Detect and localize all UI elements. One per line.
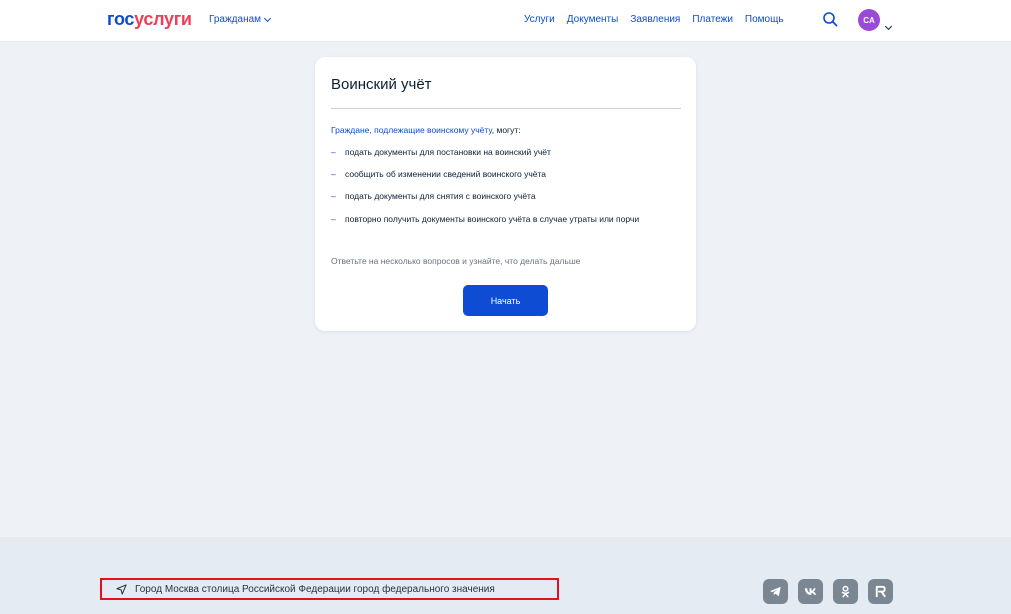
site-footer: Город Москва столица Российской Федераци… (0, 537, 1011, 614)
start-button[interactable]: Начать (463, 285, 548, 316)
main-nav: Услуги Документы Заявления Платежи Помощ… (524, 14, 784, 25)
logo-part-uslugi: услуги (134, 9, 192, 29)
audience-label: Гражданам (209, 14, 262, 25)
military-registration-card: Воинский учёт Граждане, подлежащие воинс… (315, 57, 696, 331)
odnoklassniki-icon[interactable] (833, 579, 858, 604)
dash-icon: – (331, 191, 336, 201)
card-intro: Граждане, подлежащие воинскому учёту, мо… (331, 125, 521, 135)
nav-item-documents[interactable]: Документы (567, 14, 619, 25)
intro-text: , могут: (491, 125, 521, 135)
social-links (763, 579, 893, 604)
list-item-text: подать документы для постановки на воинс… (345, 147, 551, 157)
location-text: Город Москва столица Российской Федераци… (135, 583, 495, 595)
list-item: – подать документы для снятия с воинского… (331, 190, 681, 203)
card-hint: Ответьте на несколько вопросов и узнайте… (331, 256, 581, 266)
rutube-icon[interactable] (868, 579, 893, 604)
list-item-text: подать документы для снятия с воинского … (345, 191, 536, 201)
location-arrow-icon (116, 583, 127, 595)
list-item-text: сообщить об изменении сведений воинского… (345, 169, 547, 179)
audience-selector[interactable]: Гражданам (209, 14, 272, 25)
nav-item-applications[interactable]: Заявления (630, 14, 680, 25)
options-list: – подать документы для постановки на воин… (331, 146, 681, 235)
gosuslugi-logo[interactable]: госуслуги (107, 9, 192, 30)
list-item: – повторно получить документы воинского у… (331, 212, 681, 226)
chevron-down-icon (263, 14, 272, 22)
chevron-down-icon (884, 22, 893, 31)
dash-icon: – (331, 169, 336, 179)
nav-item-help[interactable]: Помощь (745, 14, 784, 25)
site-header: госуслуги Гражданам Услуги Документы Зая… (0, 0, 1011, 42)
telegram-icon[interactable] (763, 579, 788, 604)
user-avatar[interactable]: CA (858, 9, 880, 31)
search-icon[interactable] (822, 11, 838, 27)
vk-icon[interactable] (798, 579, 823, 604)
list-item-text: повторно получить документы воинского уч… (345, 214, 640, 224)
list-item: – сообщить об изменении сведений воинског… (331, 168, 681, 181)
card-divider (331, 108, 681, 109)
dash-icon: – (331, 147, 336, 157)
location-selector[interactable]: Город Москва столица Российской Федераци… (100, 578, 559, 600)
intro-link[interactable]: Граждане, подлежащие воинскому учёту (331, 125, 492, 135)
card-title: Воинский учёт (331, 76, 432, 93)
nav-item-services[interactable]: Услуги (524, 14, 555, 25)
nav-item-payments[interactable]: Платежи (692, 14, 733, 25)
logo-part-gos: гос (107, 9, 135, 29)
profile-menu-toggle[interactable] (884, 16, 893, 34)
dash-icon: – (331, 214, 336, 224)
list-item: – подать документы для постановки на воин… (331, 146, 681, 159)
